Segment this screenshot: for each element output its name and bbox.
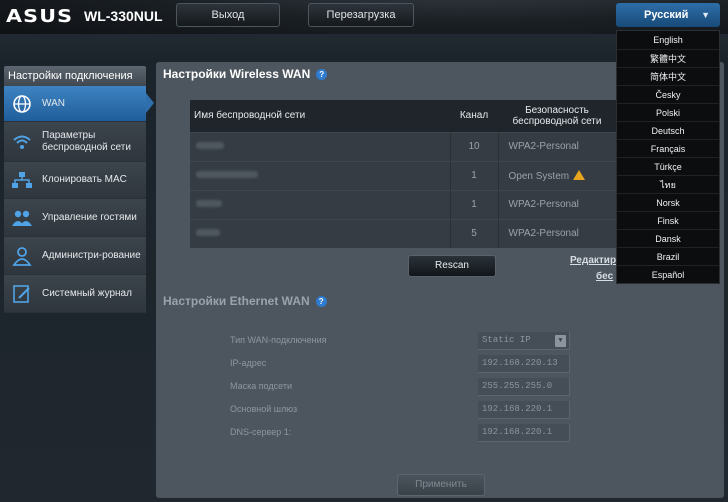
wifi-icon [13, 135, 31, 149]
gateway-label: Основной шлюз [230, 404, 298, 414]
mask-row: Маска подсети 255.255.255.0 [230, 378, 650, 396]
security-cell: Open System [497, 160, 616, 190]
router-admin-page: ASUS WL-330NUL Выход Перезагрузка Русски… [0, 0, 728, 502]
channel-cell: 10 [449, 131, 498, 161]
ethernet-wan-title-text: Настройки Ethernet WAN [163, 294, 310, 308]
language-option[interactable]: Finsk [617, 211, 719, 229]
admin-user-icon [12, 246, 32, 266]
hidden-ssid [196, 200, 222, 207]
hidden-ssid [196, 171, 258, 178]
table-header-row: Имя беспроводной сети Канал Безопасность… [190, 100, 616, 132]
language-current: Русский [644, 9, 689, 21]
language-select[interactable]: Русский ▼ [616, 3, 720, 27]
hidden-ssid [196, 229, 220, 237]
sidebar-item-label: Параметры беспроводной сети [42, 129, 131, 153]
language-option[interactable]: Français [617, 139, 719, 157]
mask-label: Маска подсети [230, 381, 293, 391]
language-option[interactable]: Dansk [617, 229, 719, 247]
table-row[interactable]: 10 WPA2-Personal [190, 131, 616, 161]
language-option[interactable]: 繁體中文 [617, 49, 719, 67]
channel-cell: 1 [449, 160, 498, 190]
sidebar-heading: Настройки подключения [4, 66, 146, 86]
sidebar-item-label: Управление гостями [42, 211, 137, 223]
model-name: WL-330NUL [84, 8, 163, 24]
top-bar: ASUS WL-330NUL Выход Перезагрузка Русски… [0, 0, 728, 34]
mask-field[interactable]: 255.255.255.0 [478, 378, 570, 396]
sidebar-item-label: Администри-рование [42, 249, 141, 261]
wireless-link[interactable]: бес [596, 271, 613, 282]
wan-type-row: Тип WAN-подключения Static IP ▼ [230, 332, 650, 350]
network-icon [12, 172, 32, 188]
language-option[interactable]: Brazil [617, 247, 719, 265]
dns-field[interactable]: 192.168.220.1 [478, 424, 570, 442]
wireless-wan-title-text: Настройки Wireless WAN [163, 67, 311, 81]
apply-button[interactable]: Применить [397, 474, 485, 496]
language-option[interactable]: ไทย [617, 175, 719, 193]
help-icon[interactable]: ? [316, 69, 328, 80]
language-option[interactable]: English [617, 31, 719, 49]
language-dropdown: English 繁體中文 简体中文 Česky Polski Deutsch Françai… [616, 30, 720, 284]
ssid-cell [190, 189, 450, 219]
wireless-network-table: Имя беспроводной сети Канал Безопасность… [190, 100, 616, 248]
sidebar-item-label: WAN [42, 97, 65, 109]
sidebar-item-syslog[interactable]: Системный журнал [4, 275, 146, 313]
column-security: Безопасность беспроводной сети [498, 100, 616, 132]
ip-field[interactable]: 192.168.220.13 [478, 355, 570, 373]
help-icon[interactable]: ? [315, 296, 327, 307]
ssid-cell [190, 160, 450, 190]
chevron-down-icon: ▼ [701, 10, 710, 20]
wan-type-value: Static IP [482, 335, 531, 345]
sidebar: WAN Параметры беспроводной сети Клониров… [4, 86, 146, 313]
ssid-cell [190, 131, 450, 161]
sidebar-item-wireless[interactable]: Параметры беспроводной сети [4, 122, 146, 162]
globe-icon [13, 94, 31, 113]
security-cell: WPA2-Personal [497, 218, 616, 248]
security-text: Open System [508, 170, 570, 182]
sidebar-item-guest[interactable]: Управление гостями [4, 199, 146, 237]
rescan-button[interactable]: Rescan [408, 255, 496, 277]
warning-icon [573, 169, 586, 180]
asus-logo: ASUS [6, 6, 74, 27]
dns-row: DNS-сервер 1: 192.168.220.1 [230, 424, 650, 442]
reboot-button[interactable]: Перезагрузка [308, 3, 414, 27]
language-option[interactable]: Español [617, 265, 719, 283]
language-option[interactable]: Česky [617, 85, 719, 103]
language-option[interactable]: 简体中文 [617, 67, 719, 85]
sidebar-item-label: Системный журнал [42, 287, 132, 299]
ip-label: IP-адрес [230, 358, 267, 368]
table-row[interactable]: 1 Open System [190, 160, 616, 190]
sidebar-item-label: Клонировать MAC [42, 174, 127, 185]
hidden-ssid [196, 142, 224, 149]
wan-type-select[interactable]: Static IP ▼ [478, 332, 570, 350]
log-icon [13, 284, 30, 303]
language-option[interactable]: Norsk [617, 193, 719, 211]
channel-cell: 1 [449, 189, 498, 219]
language-option[interactable]: Türkçe [617, 157, 719, 175]
language-option[interactable]: Deutsch [617, 121, 719, 139]
wireless-wan-title: Настройки Wireless WAN? [163, 67, 328, 81]
users-icon [12, 210, 32, 226]
column-channel: Канал [450, 100, 498, 132]
logout-button[interactable]: Выход [176, 3, 280, 27]
dns-label: DNS-сервер 1: [230, 427, 292, 437]
wan-type-label: Тип WAN-подключения [230, 335, 327, 345]
ip-row: IP-адрес 192.168.220.13 [230, 355, 650, 373]
sidebar-item-wan[interactable]: WAN [4, 86, 146, 122]
gateway-row: Основной шлюз 192.168.220.1 [230, 401, 650, 419]
ethernet-wan-title: Настройки Ethernet WAN? [163, 294, 327, 308]
sidebar-item-admin[interactable]: Администри-рование [4, 237, 146, 275]
column-ssid: Имя беспроводной сети [190, 100, 450, 132]
sidebar-item-clone-mac[interactable]: Клонировать MAC [4, 162, 146, 199]
security-cell: WPA2-Personal [497, 131, 616, 161]
gateway-field[interactable]: 192.168.220.1 [478, 401, 570, 419]
ssid-cell [190, 218, 450, 248]
edit-link[interactable]: Редактир [570, 255, 616, 266]
table-row[interactable]: 5 WPA2-Personal [190, 218, 616, 248]
table-row[interactable]: 1 WPA2-Personal [190, 189, 616, 219]
active-indicator-arrow [146, 93, 154, 113]
security-cell: WPA2-Personal [497, 189, 616, 219]
channel-cell: 5 [449, 218, 498, 248]
chevron-down-icon: ▼ [555, 335, 566, 347]
language-option[interactable]: Polski [617, 103, 719, 121]
